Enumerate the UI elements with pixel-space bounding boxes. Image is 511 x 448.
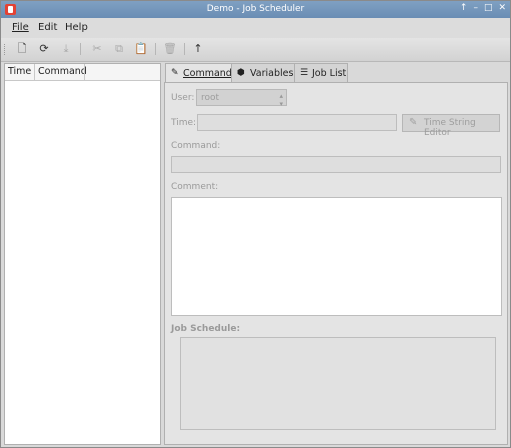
time-label: Time: xyxy=(171,118,197,128)
cut-icon[interactable]: ✂ xyxy=(90,42,104,56)
list-icon: ☰ xyxy=(300,68,309,78)
command-label: Command: xyxy=(171,141,221,151)
menu-file[interactable]: File xyxy=(12,22,29,33)
comment-textarea[interactable] xyxy=(171,197,502,316)
tag-icon: ⬢ xyxy=(237,68,245,78)
menu-edit[interactable]: Edit xyxy=(38,22,57,33)
close-icon[interactable]: ✕ xyxy=(498,3,506,13)
tab-variables[interactable]: ⬢ Variables xyxy=(231,63,295,82)
column-divider[interactable] xyxy=(84,64,85,80)
new-icon[interactable]: 🗋 xyxy=(15,42,29,56)
command-input[interactable] xyxy=(171,156,501,173)
column-header-command[interactable]: Command xyxy=(38,66,87,77)
paste-icon[interactable]: 📋 xyxy=(134,42,148,56)
table-header: Time Command xyxy=(5,64,160,81)
menu-help[interactable]: Help xyxy=(65,22,88,33)
title-bar[interactable]: Demo - Job Scheduler ↑ – □ ✕ xyxy=(1,1,510,18)
toolbar: 🗋 ⟳ ⤓ ✂ ⧉ 📋 🗑 ↑ xyxy=(1,38,510,62)
toolbar-separator xyxy=(80,43,81,55)
copy-icon[interactable]: ⧉ xyxy=(112,42,126,56)
window-title: Demo - Job Scheduler xyxy=(206,4,305,14)
toolbar-separator xyxy=(184,43,185,55)
time-string-editor-button[interactable]: ✎ Time String Editor xyxy=(402,114,500,138)
job-schedule-label: Job Schedule: xyxy=(171,324,241,334)
pencil-icon: ✎ xyxy=(409,117,418,128)
tab-command-label: Command xyxy=(183,68,232,79)
tab-job-list-label: Job List xyxy=(312,68,347,79)
tab-variables-label: Variables xyxy=(250,68,294,79)
column-divider[interactable] xyxy=(34,64,35,80)
delete-icon[interactable]: 🗑 xyxy=(163,42,177,56)
comment-label: Comment: xyxy=(171,182,219,192)
tab-job-list[interactable]: ☰ Job List xyxy=(294,63,348,82)
download-icon[interactable]: ⤓ xyxy=(59,42,73,56)
time-string-editor-label: Time String Editor xyxy=(424,118,476,138)
job-schedule-view xyxy=(180,337,496,430)
time-input[interactable] xyxy=(197,114,397,131)
app-window: Demo - Job Scheduler ↑ – □ ✕ File Edit H… xyxy=(0,0,511,448)
keep-above-icon[interactable]: ↑ xyxy=(460,3,468,13)
minimize-icon[interactable]: – xyxy=(473,3,478,13)
user-select[interactable]: root ▴ ▾ xyxy=(196,89,287,108)
toolbar-grip[interactable] xyxy=(4,44,7,55)
pencil-icon: ✎ xyxy=(171,68,179,78)
window-controls: ↑ – □ ✕ xyxy=(460,3,506,13)
user-select-value: root xyxy=(201,93,220,103)
maximize-icon[interactable]: □ xyxy=(484,3,493,13)
up-arrow-icon[interactable]: ↑ xyxy=(191,42,205,56)
spin-arrows-icon: ▴ ▾ xyxy=(279,92,283,108)
reload-icon[interactable]: ⟳ xyxy=(37,42,51,56)
tab-command[interactable]: ✎ Command xyxy=(165,63,232,83)
column-header-time[interactable]: Time xyxy=(8,66,31,77)
job-list-table[interactable]: Time Command xyxy=(4,63,161,445)
user-label: User: xyxy=(171,93,195,103)
menu-bar: File Edit Help xyxy=(1,18,510,38)
toolbar-separator xyxy=(155,43,156,55)
